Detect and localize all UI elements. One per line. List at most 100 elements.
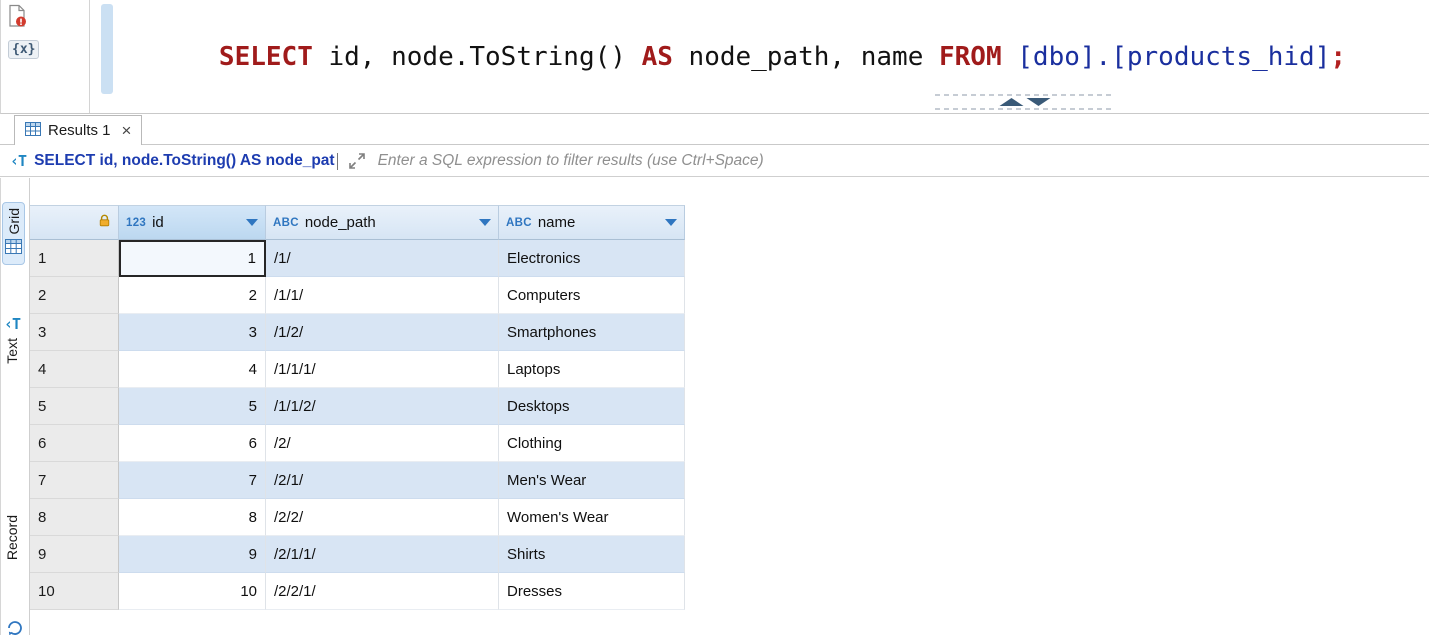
sql-editor[interactable]: {x} SELECT id, node.ToString() AS node_p… <box>0 0 1429 114</box>
text-presentation-label: Text <box>4 338 20 364</box>
text-filter-icon[interactable]: ‹T <box>10 152 26 170</box>
editor-results-splitter[interactable] <box>935 92 1115 112</box>
filter-text-cursor <box>337 153 338 170</box>
row-number-cell[interactable]: 1 <box>30 240 119 277</box>
column-label: name <box>538 214 659 231</box>
table-row: 10 10 /2/2/1/ Dresses <box>30 573 685 610</box>
record-mode-toggle[interactable]: Record <box>2 510 22 565</box>
string-type-icon: ABC <box>273 217 299 229</box>
tab-results-1[interactable]: Results 1 × <box>14 115 142 145</box>
results-grid: 123 id ABC node_path ABC name <box>30 205 685 610</box>
filter-placeholder[interactable]: Enter a SQL expression to filter results… <box>378 152 764 170</box>
name-cell[interactable]: Electronics <box>499 240 685 277</box>
id-cell[interactable]: 10 <box>119 573 266 610</box>
node-path-cell[interactable]: /2/1/ <box>266 462 499 499</box>
collapse-down-icon[interactable] <box>1027 98 1051 106</box>
node-path-cell[interactable]: /1/1/1/ <box>266 351 499 388</box>
table-row: 1 1 /1/ Electronics <box>30 240 685 277</box>
sql-keyword-from: FROM <box>939 42 1002 72</box>
results-grid-area: 123 id ABC node_path ABC name <box>30 178 1429 635</box>
sql-terminator: ; <box>1330 42 1346 72</box>
grid-presentation-icon <box>5 239 22 259</box>
results-panel: Grid ‹T Text Record <box>0 178 1429 635</box>
row-number-cell[interactable]: 7 <box>30 462 119 499</box>
column-label: id <box>152 214 240 231</box>
expand-filter-icon[interactable] <box>348 152 366 170</box>
row-number-cell[interactable]: 10 <box>30 573 119 610</box>
id-cell[interactable]: 8 <box>119 499 266 536</box>
tab-close-icon[interactable]: × <box>122 122 132 139</box>
grid-presentation-label: Grid <box>6 208 22 234</box>
row-number-header[interactable] <box>30 205 119 240</box>
node-path-cell[interactable]: /2/1/1/ <box>266 536 499 573</box>
sql-statement[interactable]: SELECT id, node.ToString() AS node_path,… <box>125 12 1346 102</box>
name-cell[interactable]: Shirts <box>499 536 685 573</box>
record-mode-label: Record <box>4 515 20 560</box>
row-number-cell[interactable]: 3 <box>30 314 119 351</box>
node-path-cell[interactable]: /1/2/ <box>266 314 499 351</box>
tab-label: Results 1 <box>48 122 111 139</box>
text-presentation-icon: ‹T <box>4 315 20 333</box>
column-header-id[interactable]: 123 id <box>119 205 266 240</box>
table-row: 3 3 /1/2/ Smartphones <box>30 314 685 351</box>
lock-icon <box>98 214 111 232</box>
name-cell[interactable]: Men's Wear <box>499 462 685 499</box>
splitter-dashed-line <box>935 108 1115 110</box>
row-number-cell[interactable]: 5 <box>30 388 119 425</box>
table-row: 8 8 /2/2/ Women's Wear <box>30 499 685 536</box>
name-cell[interactable]: Desktops <box>499 388 685 425</box>
name-cell[interactable]: Women's Wear <box>499 499 685 536</box>
name-cell[interactable]: Computers <box>499 277 685 314</box>
node-path-cell[interactable]: /1/1/ <box>266 277 499 314</box>
string-type-icon: ABC <box>506 217 532 229</box>
sql-columns: id, node.ToString() <box>313 42 642 72</box>
id-cell[interactable]: 9 <box>119 536 266 573</box>
column-header-node-path[interactable]: ABC node_path <box>266 205 499 240</box>
sql-keyword-as: AS <box>642 42 673 72</box>
id-cell[interactable]: 4 <box>119 351 266 388</box>
current-statement-indicator <box>101 4 113 94</box>
id-cell[interactable]: 6 <box>119 425 266 462</box>
app-root: {x} SELECT id, node.ToString() AS node_p… <box>0 0 1429 635</box>
id-cell-selected[interactable]: 1 <box>119 240 266 277</box>
presentation-toolbar: Grid ‹T Text Record <box>1 178 30 635</box>
id-cell[interactable]: 3 <box>119 314 266 351</box>
tab-grid-presentation[interactable]: Grid <box>2 202 25 265</box>
name-cell[interactable]: Smartphones <box>499 314 685 351</box>
node-path-cell[interactable]: /2/2/ <box>266 499 499 536</box>
row-number-cell[interactable]: 6 <box>30 425 119 462</box>
name-cell[interactable]: Clothing <box>499 425 685 462</box>
filter-query-text[interactable]: SELECT id, node.ToString() AS node_pat <box>34 152 335 170</box>
filter-bar[interactable]: ‹T SELECT id, node.ToString() AS node_pa… <box>0 146 1429 177</box>
sort-dropdown-icon[interactable] <box>665 219 677 226</box>
table-row: 4 4 /1/1/1/ Laptops <box>30 351 685 388</box>
id-cell[interactable]: 7 <box>119 462 266 499</box>
sql-table-reference: [dbo].[products_hid] <box>1017 42 1330 72</box>
results-grid-icon <box>25 122 41 140</box>
node-path-cell[interactable]: /2/2/1/ <box>266 573 499 610</box>
sql-keyword-select: SELECT <box>219 42 313 72</box>
collapse-up-icon[interactable] <box>1000 98 1024 106</box>
row-number-cell[interactable]: 2 <box>30 277 119 314</box>
node-path-cell[interactable]: /1/1/2/ <box>266 388 499 425</box>
sql-alias: node_path, name <box>673 42 939 72</box>
id-cell[interactable]: 5 <box>119 388 266 425</box>
refresh-icon[interactable] <box>6 619 24 635</box>
tab-text-presentation[interactable]: ‹T Text <box>2 310 22 369</box>
row-number-cell[interactable]: 9 <box>30 536 119 573</box>
sort-dropdown-icon[interactable] <box>479 219 491 226</box>
splitter-arrows[interactable] <box>992 96 1059 108</box>
row-number-cell[interactable]: 4 <box>30 351 119 388</box>
table-row: 9 9 /2/1/1/ Shirts <box>30 536 685 573</box>
node-path-cell[interactable]: /1/ <box>266 240 499 277</box>
node-path-cell[interactable]: /2/ <box>266 425 499 462</box>
sql-space <box>1002 42 1018 72</box>
sort-dropdown-icon[interactable] <box>246 219 258 226</box>
table-row: 2 2 /1/1/ Computers <box>30 277 685 314</box>
name-cell[interactable]: Laptops <box>499 351 685 388</box>
name-cell[interactable]: Dresses <box>499 573 685 610</box>
numeric-type-icon: 123 <box>126 217 146 229</box>
row-number-cell[interactable]: 8 <box>30 499 119 536</box>
column-header-name[interactable]: ABC name <box>499 205 685 240</box>
id-cell[interactable]: 2 <box>119 277 266 314</box>
